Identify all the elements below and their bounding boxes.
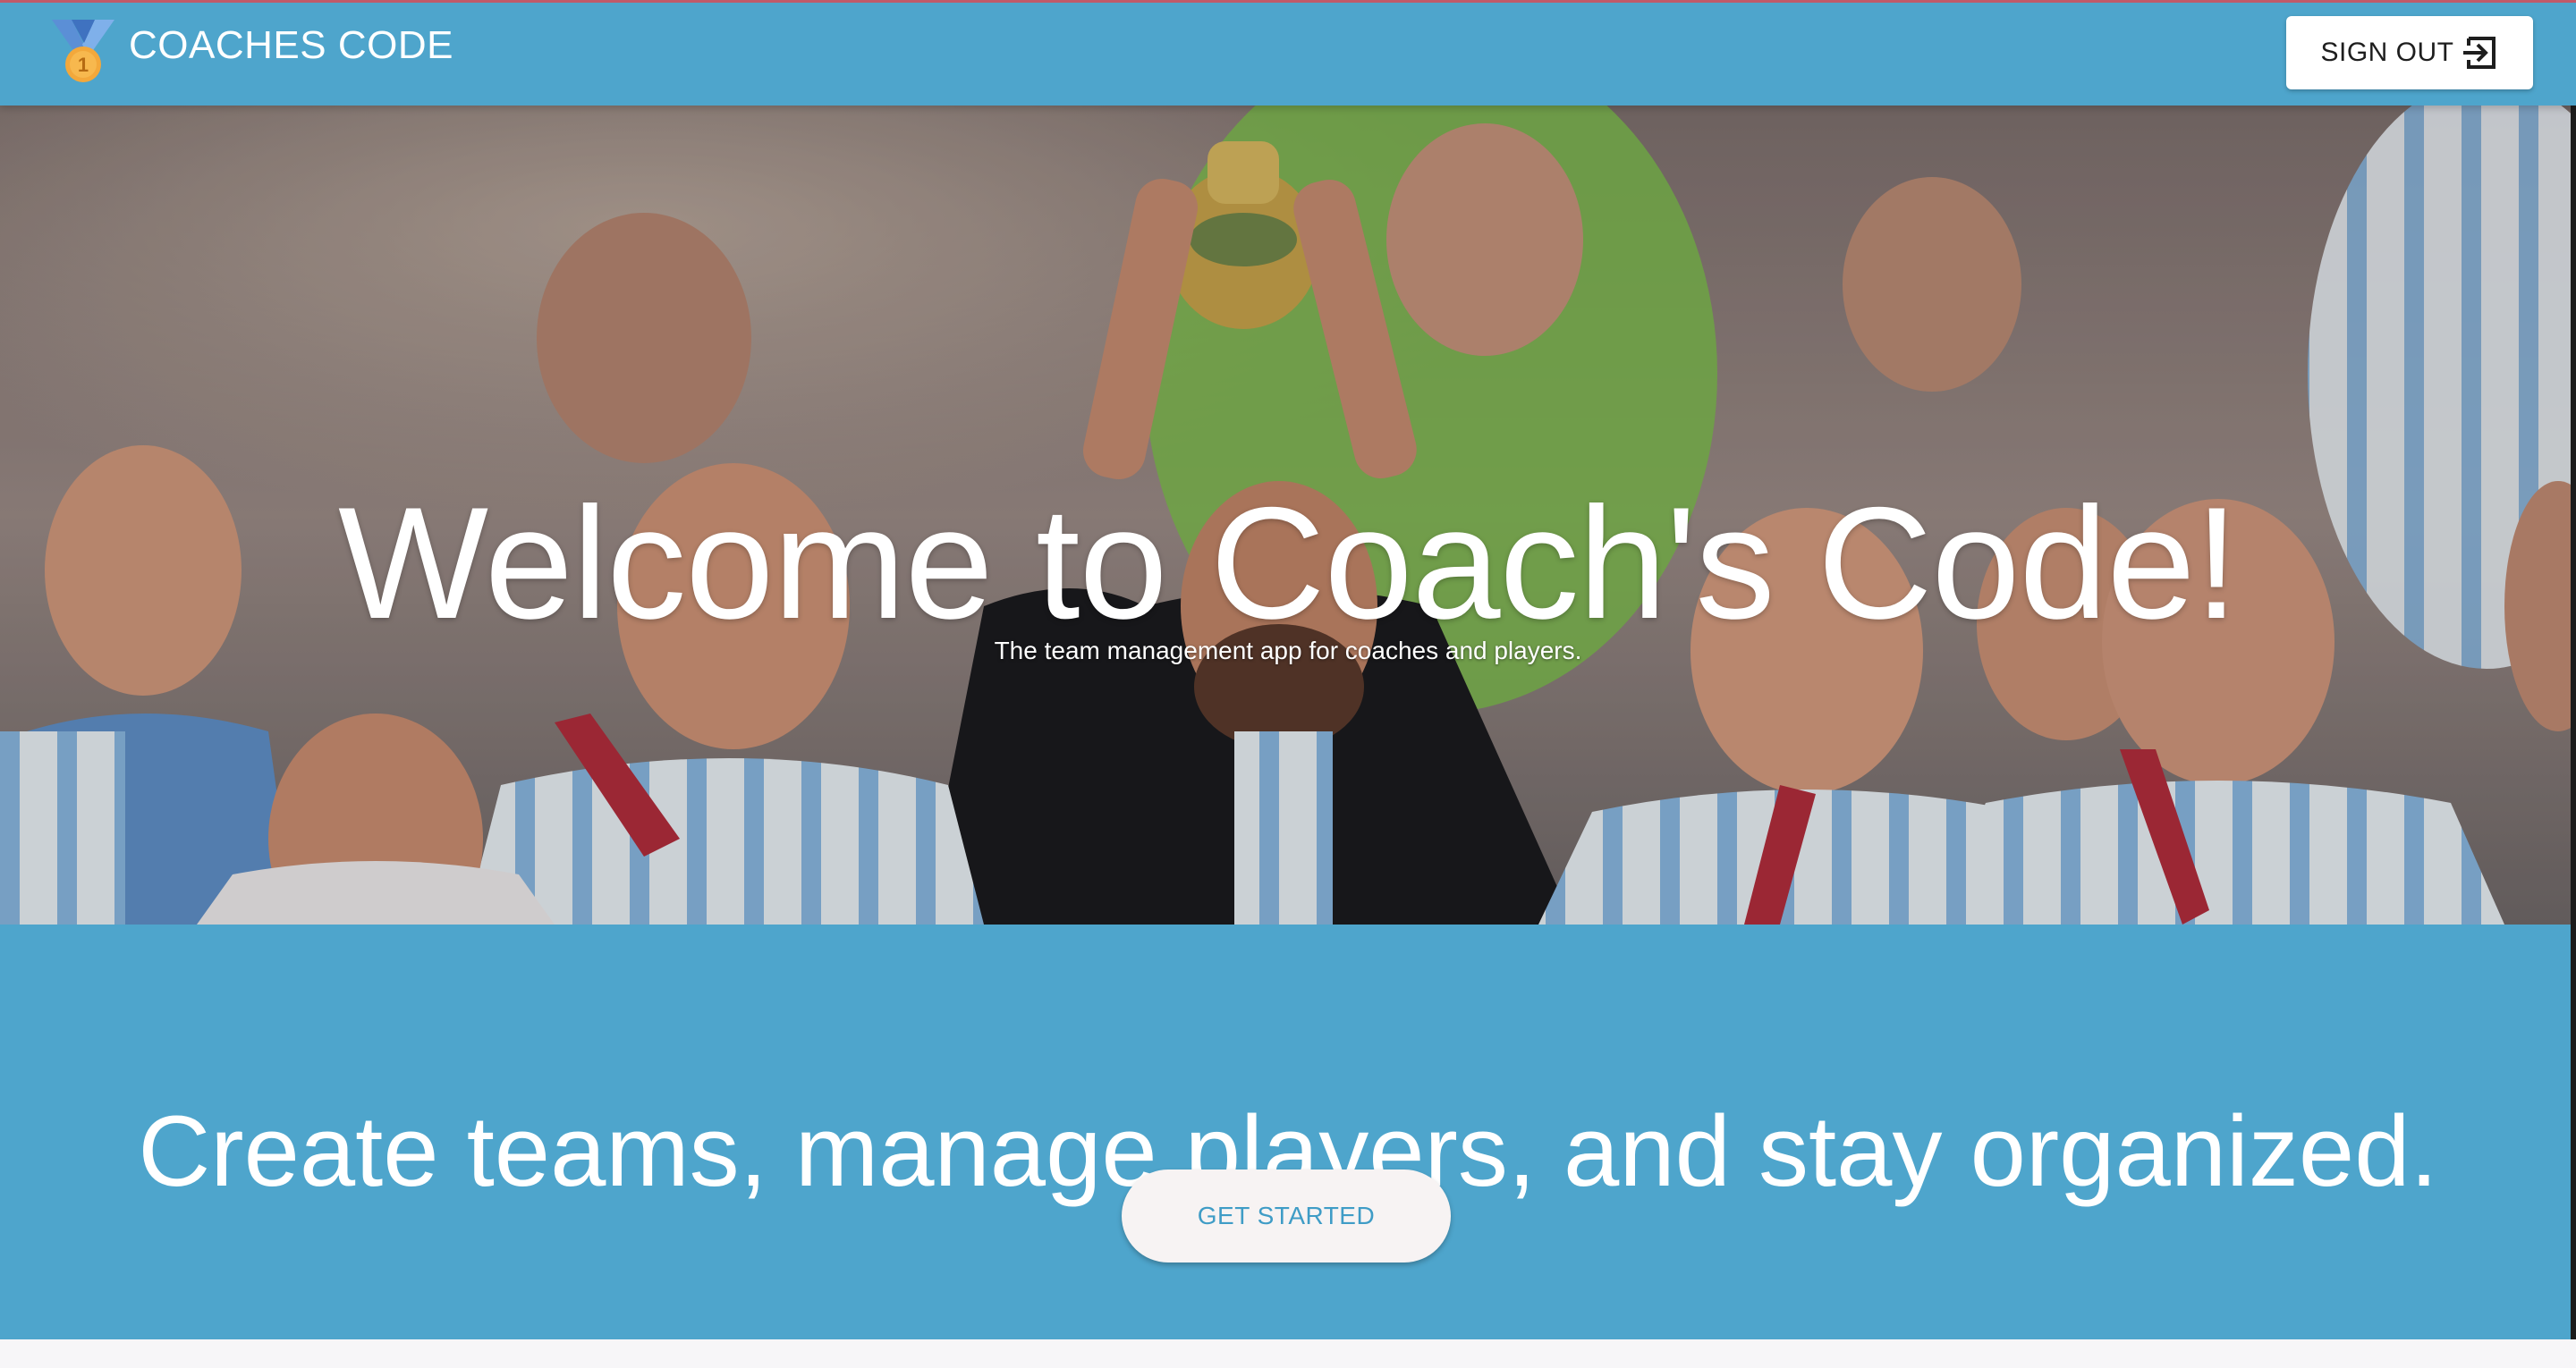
svg-text:1: 1 [78, 54, 89, 76]
app-root: 1 COACHES CODE SIGN OUT Welcome to Coach… [0, 0, 2576, 1368]
hero-banner: Welcome to Coach's Code! The team manage… [0, 106, 2576, 925]
get-started-button[interactable]: GET STARTED [1122, 1170, 1451, 1262]
brand-name: COACHES CODE [129, 23, 453, 67]
hero-title: Welcome to Coach's Code! [338, 474, 2239, 653]
top-navbar: 1 COACHES CODE SIGN OUT [0, 0, 2576, 106]
brand[interactable]: 1 COACHES CODE [50, 20, 453, 86]
exit-icon [2462, 37, 2496, 69]
sign-out-button[interactable]: SIGN OUT [2286, 16, 2533, 89]
medal-icon: 1 [52, 20, 114, 82]
promo-section: Create teams, manage players, and stay o… [0, 925, 2576, 1339]
footer-strip [0, 1339, 2576, 1368]
window-edge [2571, 106, 2576, 1339]
hero-subtitle: The team management app for coaches and … [994, 637, 1582, 664]
sign-out-label: SIGN OUT [2320, 38, 2454, 67]
